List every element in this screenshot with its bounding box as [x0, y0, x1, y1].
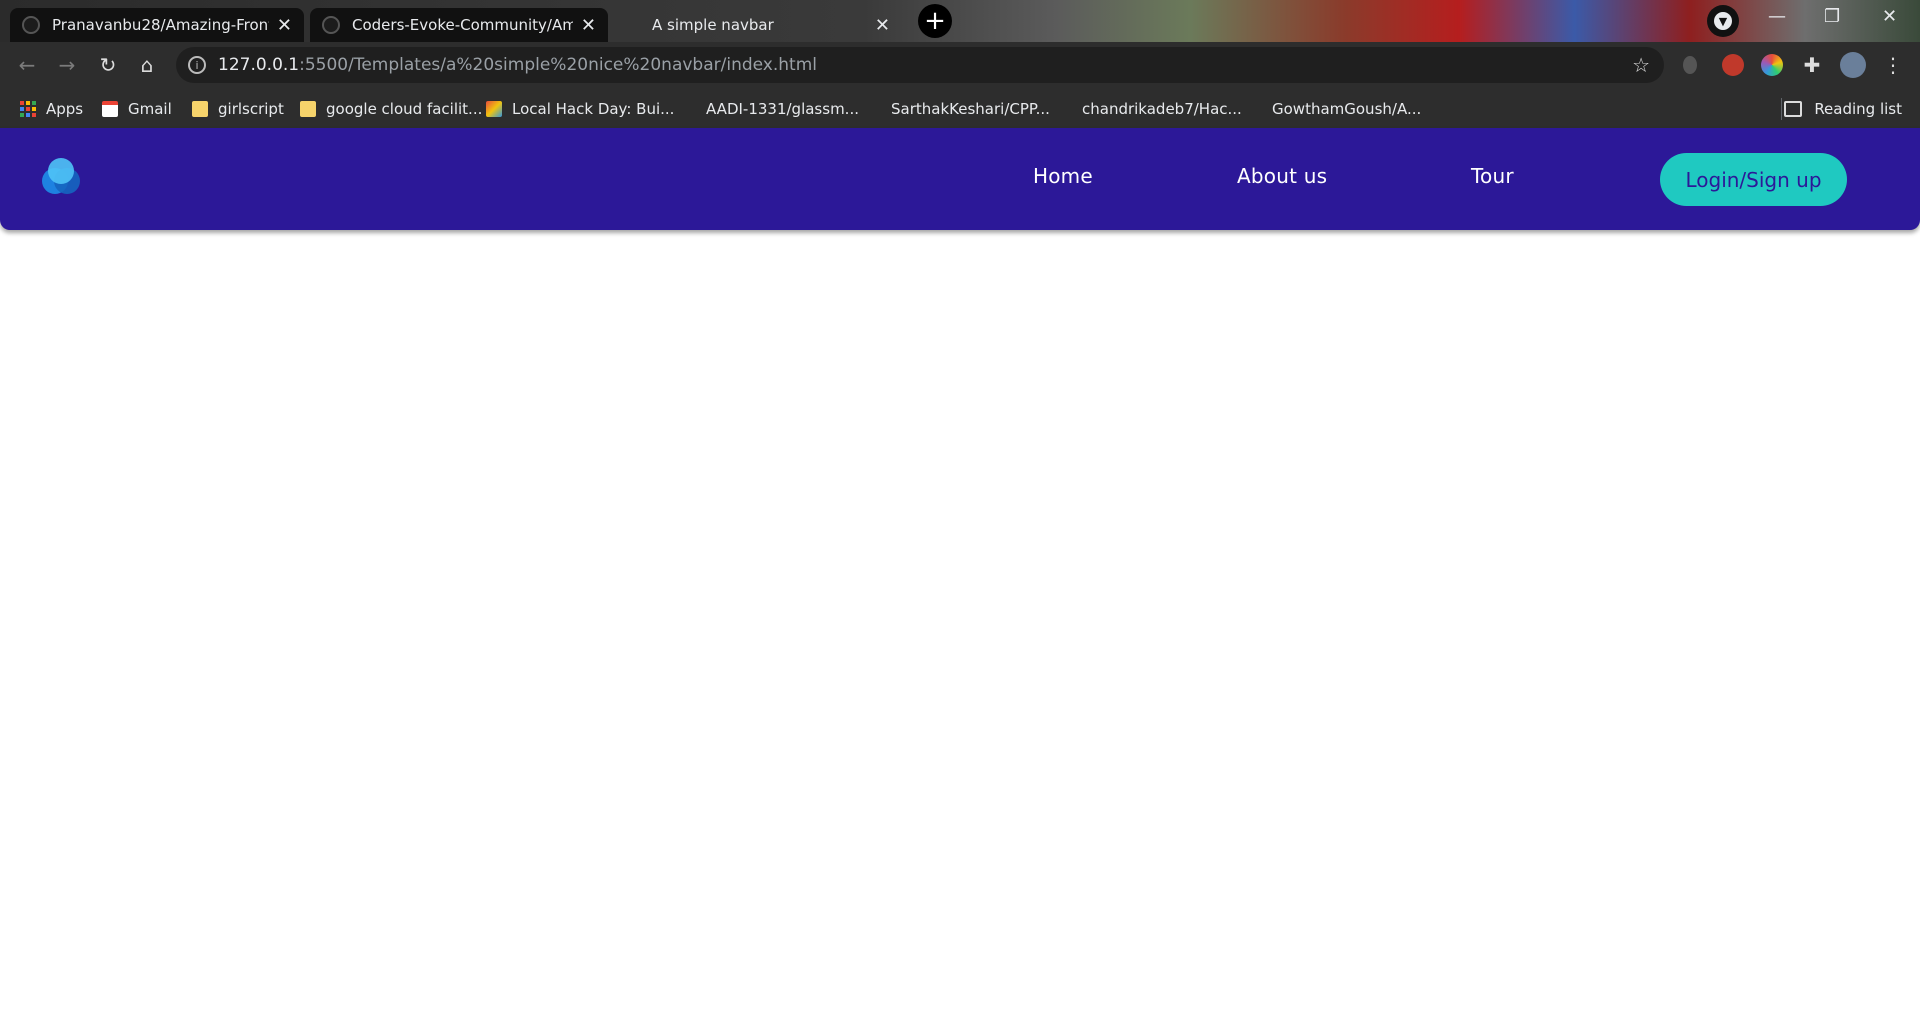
color-wheel-icon[interactable] [1761, 54, 1783, 76]
bookmark-label: Local Hack Day: Bui... [512, 99, 675, 118]
bookmark-label: GowthamGoush/A... [1272, 99, 1422, 118]
bookmark-label: chandrikadeb7/Hac... [1082, 99, 1242, 118]
mlh-icon [486, 100, 502, 117]
tab-title: Coders-Evoke-Community/Amaz [352, 16, 573, 34]
close-icon[interactable]: ✕ [581, 15, 596, 36]
url-host: 127.0.0.1 [218, 55, 300, 75]
nav-link-tour[interactable]: Tour [1471, 164, 1514, 188]
url-path: :5500/Templates/a%20simple%20nice%20navb… [299, 55, 817, 75]
tab-github-2[interactable]: Coders-Evoke-Community/Amaz ✕ [310, 8, 608, 42]
kebab-menu-icon[interactable]: ⋮ [1880, 52, 1906, 78]
nav-link-about[interactable]: About us [1237, 164, 1327, 188]
close-icon[interactable]: ✕ [277, 15, 292, 36]
tab-active[interactable]: A simple navbar ✕ [640, 8, 902, 42]
folder-icon [192, 100, 208, 117]
reload-icon[interactable]: ↻ [95, 52, 121, 78]
puzzle-icon[interactable]: ✚ [1799, 52, 1825, 78]
bookmark-gowtham[interactable]: GowthamGoush/A... [1246, 89, 1421, 128]
github-icon [680, 101, 696, 117]
minimize-icon[interactable]: — [1768, 6, 1786, 27]
back-arrow-icon[interactable]: ← [14, 52, 40, 78]
bookmark-local-hack-day[interactable]: Local Hack Day: Bui... [486, 89, 674, 128]
star-icon[interactable]: ☆ [1632, 53, 1650, 77]
bookmark-label: AADI-1331/glassm... [706, 99, 859, 118]
bookmark-label: girlscript [218, 99, 284, 118]
bookmark-girlscript[interactable]: girlscript [192, 89, 284, 128]
bookmark-label: Gmail [128, 99, 172, 118]
bookmark-label: SarthakKeshari/CPP... [891, 99, 1050, 118]
bookmark-label: google cloud facilit... [326, 99, 483, 118]
tab-strip: Pranavanbu28/Amazing-Fronten ✕ Coders-Ev… [0, 0, 1920, 42]
github-icon [1246, 101, 1262, 117]
apps-grid-icon [20, 100, 36, 117]
home-icon[interactable]: ⌂ [134, 52, 160, 78]
tab-github-1[interactable]: Pranavanbu28/Amazing-Fronten ✕ [10, 8, 304, 42]
nav-link-home[interactable]: Home [1033, 164, 1093, 188]
reading-list-button[interactable]: Reading list [1784, 89, 1902, 128]
site-navbar: Home About us Tour Login/Sign up [0, 128, 1920, 230]
close-icon[interactable]: ✕ [875, 15, 890, 36]
tab-title: Pranavanbu28/Amazing-Fronten [52, 16, 269, 34]
github-icon [1056, 101, 1072, 117]
extension-icon[interactable] [1683, 56, 1697, 74]
bookmark-label: Apps [46, 99, 84, 118]
avatar[interactable] [1840, 52, 1866, 78]
extension-icon[interactable] [1722, 54, 1744, 76]
browser-toolbar: ← → ↻ ⌂ i 127.0.0.1:5500/Templates/a%20s… [0, 42, 1920, 89]
reading-list-icon [1784, 100, 1803, 117]
restore-icon[interactable]: ❐ [1824, 6, 1840, 27]
address-bar[interactable]: i 127.0.0.1:5500/Templates/a%20simple%20… [176, 47, 1664, 83]
bookmark-chandrikadeb[interactable]: chandrikadeb7/Hac... [1056, 89, 1242, 128]
droplets-logo-icon[interactable] [40, 158, 80, 196]
bookmark-aadi[interactable]: AADI-1331/glassm... [680, 89, 859, 128]
login-signup-button[interactable]: Login/Sign up [1660, 153, 1847, 206]
forward-arrow-icon[interactable]: → [54, 52, 80, 78]
gmail-icon [102, 100, 118, 117]
folder-icon [300, 100, 316, 117]
bookmark-apps[interactable]: Apps [20, 89, 83, 128]
github-icon [22, 16, 40, 34]
plus-icon[interactable]: + [918, 4, 952, 38]
bookmark-gmail[interactable]: Gmail [102, 89, 172, 128]
close-window-icon[interactable]: ✕ [1882, 6, 1897, 27]
github-icon [865, 101, 881, 117]
tab-title: A simple navbar [652, 16, 774, 34]
bookmark-sarthak[interactable]: SarthakKeshari/CPP... [865, 89, 1050, 128]
web-page: Home About us Tour Login/Sign up [0, 128, 1920, 1025]
info-icon[interactable]: i [188, 56, 206, 74]
github-icon [322, 16, 340, 34]
bookmark-divider [1781, 98, 1782, 120]
bookmark-google-cloud[interactable]: google cloud facilit... [300, 89, 482, 128]
bookmarks-bar: Apps Gmail girlscript google cloud facil… [0, 89, 1920, 128]
chevron-down-icon: ▼ [1714, 12, 1732, 30]
tab-search-button[interactable]: ▼ [1707, 5, 1739, 37]
reading-list-label: Reading list [1814, 99, 1902, 118]
